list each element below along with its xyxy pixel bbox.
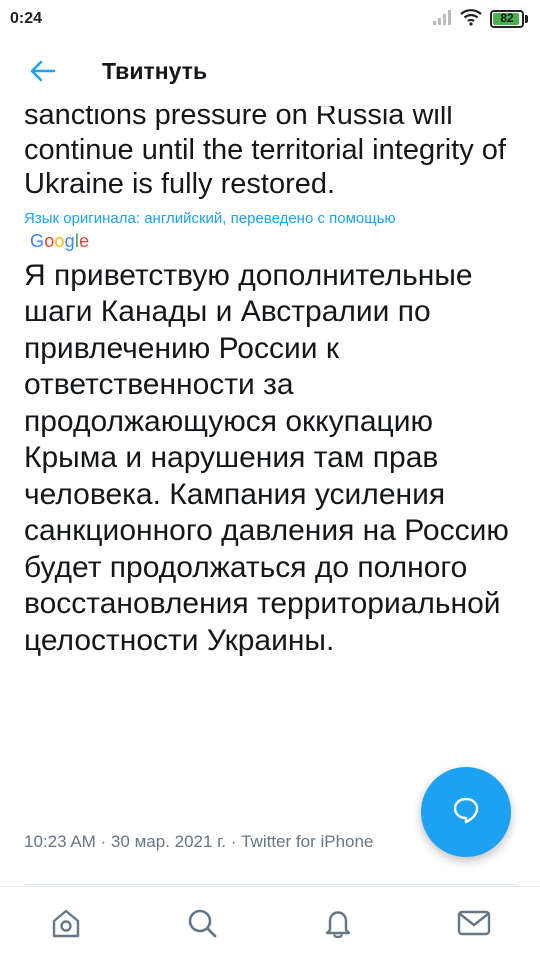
battery-icon: 82 [490, 10, 528, 28]
original-tweet-text: sanctions pressure on Russia will contin… [24, 99, 506, 200]
page-title: Твитнуть [102, 58, 208, 84]
top-app-bar: Твитнуть [0, 38, 540, 106]
battery-level: 82 [500, 11, 514, 25]
bottom-navigation [0, 886, 540, 960]
nav-messages[interactable] [454, 905, 494, 945]
status-icons: 82 [432, 8, 528, 30]
back-button[interactable] [26, 56, 60, 90]
wifi-icon [460, 8, 482, 31]
arrow-left-icon [30, 60, 56, 87]
status-bar: 0:24 82 [0, 0, 540, 38]
signal-icon [432, 9, 452, 30]
reply-bubble-icon [451, 795, 481, 830]
divider [24, 884, 516, 885]
nav-notifications[interactable] [318, 905, 358, 945]
tweet-body: sanctions pressure on Russia will contin… [24, 98, 524, 659]
notifications-icon [321, 906, 355, 945]
nav-search[interactable] [182, 905, 222, 945]
google-logo: Google [30, 230, 90, 251]
search-icon [185, 906, 219, 945]
translation-note[interactable]: Язык оригинала: английский, переведено с… [24, 210, 524, 228]
tweet-timestamp: 10:23 AM · 30 мар. 2021 г. · Twitter for… [24, 832, 374, 851]
status-time: 0:24 [10, 10, 43, 27]
home-icon [49, 906, 83, 945]
nav-home[interactable] [46, 905, 86, 945]
reply-fab-button[interactable] [421, 767, 511, 857]
messages-icon [456, 908, 492, 943]
translated-tweet-text: Я приветствую дополнительные шаги Канады… [24, 258, 509, 657]
